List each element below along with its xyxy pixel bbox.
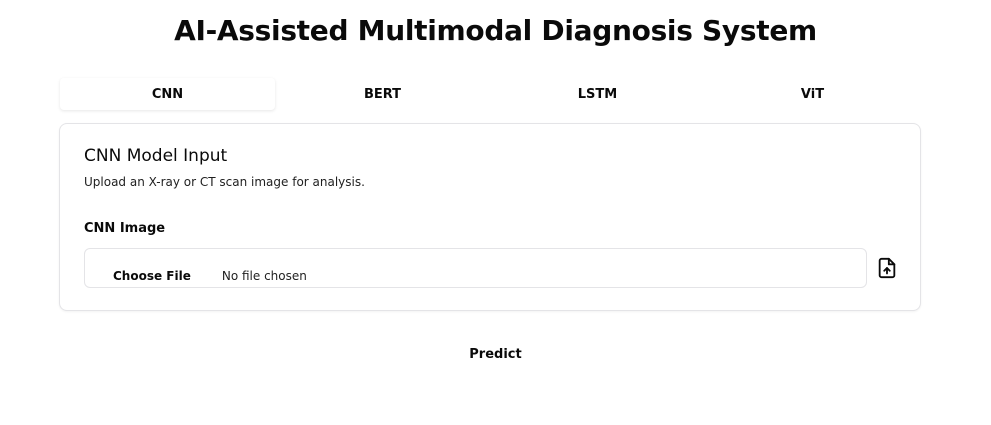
predict-button[interactable]: Predict: [469, 347, 521, 362]
card-title: CNN Model Input: [84, 146, 228, 166]
file-input[interactable]: Choose File No file chosen: [84, 248, 867, 288]
tab-vit[interactable]: ViT: [705, 78, 920, 110]
tab-lstm[interactable]: LSTM: [490, 78, 705, 110]
file-upload-icon[interactable]: [876, 256, 898, 280]
card-description: Upload an X-ray or CT scan image for ana…: [84, 175, 365, 189]
tab-bert[interactable]: BERT: [275, 78, 490, 110]
model-input-card: CNN Model Input Upload an X-ray or CT sc…: [59, 123, 921, 311]
choose-file-button[interactable]: Choose File: [113, 269, 191, 283]
image-field-label: CNN Image: [84, 221, 166, 236]
file-status-text: No file chosen: [221, 269, 307, 283]
predict-row: Predict: [0, 347, 991, 362]
tab-cnn[interactable]: CNN: [60, 78, 275, 110]
page: AI-Assisted Multimodal Diagnosis System …: [0, 0, 991, 425]
page-title: AI-Assisted Multimodal Diagnosis System: [174, 14, 817, 47]
model-tabs: CNN BERT LSTM ViT: [60, 78, 920, 110]
